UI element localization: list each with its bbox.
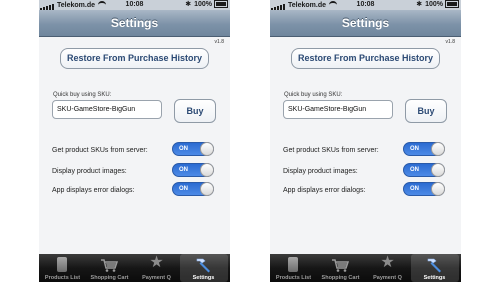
tab-label: Settings [192, 275, 215, 281]
phone-icon [288, 257, 298, 272]
buy-button[interactable]: Buy [405, 99, 447, 123]
tab-shopping-cart[interactable]: Shopping Cart [86, 254, 133, 282]
product-images-toggle[interactable]: ON [172, 163, 214, 177]
setting-label-product-images: Display product images: [283, 168, 358, 175]
toggle-knob [431, 142, 445, 156]
error-dialogs-toggle[interactable]: ON [403, 182, 445, 196]
product-images-toggle[interactable]: ON [403, 163, 445, 177]
phone-screen-right: Telekom.de 10:08 ✱ 100% Settings v1.8 Res… [270, 0, 461, 282]
version-label: v1.8 [214, 39, 224, 45]
toggle-state: ON [410, 186, 419, 192]
status-right: ✱ 100% [416, 0, 459, 10]
tab-payment-queue[interactable]: ★ Payment Q [364, 254, 411, 282]
toggle-knob [200, 163, 214, 177]
toggle-knob [431, 182, 445, 196]
phone-icon [57, 257, 67, 272]
star-icon: ★ [149, 254, 164, 271]
tab-label: Products List [44, 275, 81, 281]
hammer-icon [427, 258, 441, 273]
bluetooth-icon: ✱ [416, 1, 423, 8]
setting-label-error-dialogs: App displays error dialogs: [283, 187, 366, 194]
setting-label-product-images: Display product images: [52, 168, 127, 175]
battery-percent: 100% [425, 1, 443, 8]
tab-label: Payment Q [142, 275, 171, 281]
server-skus-toggle[interactable]: ON [172, 142, 214, 156]
tab-label: Shopping Cart [90, 275, 129, 281]
status-bar: Telekom.de 10:08 ✱ 100% [270, 0, 461, 10]
quick-buy-label: Quick buy using SKU: [284, 92, 343, 98]
tab-label: Payment Q [373, 275, 402, 281]
tab-products-list[interactable]: Products List [270, 254, 317, 282]
version-label: v1.8 [445, 39, 455, 45]
setting-label-server-skus: Get product SKUs from server: [52, 147, 148, 154]
hammer-icon [196, 258, 210, 273]
tab-settings[interactable]: Settings [180, 254, 228, 282]
toggle-knob [431, 163, 445, 177]
sku-input[interactable] [283, 100, 393, 119]
restore-purchases-button[interactable]: Restore From Purchase History [291, 48, 440, 69]
cart-icon [332, 259, 349, 272]
tab-label: Settings [423, 275, 446, 281]
setting-label-server-skus: Get product SKUs from server: [283, 147, 379, 154]
error-dialogs-toggle[interactable]: ON [172, 182, 214, 196]
toggle-state: ON [179, 186, 188, 192]
tab-bar: Products List Shopping Cart ★ Payment Q [39, 254, 230, 282]
star-icon: ★ [380, 254, 395, 271]
navigation-bar: Settings [39, 10, 230, 37]
bluetooth-icon: ✱ [185, 1, 192, 8]
tab-label: Products List [275, 275, 312, 281]
buy-button[interactable]: Buy [174, 99, 216, 123]
page-title: Settings [341, 16, 390, 30]
cart-icon [101, 259, 118, 272]
toggle-state: ON [179, 146, 188, 152]
tab-label: Shopping Cart [321, 275, 360, 281]
phone-screen-left: Telekom.de 10:08 ✱ 100% Settings v1.8 Res… [39, 0, 230, 282]
toggle-state: ON [179, 167, 188, 173]
tab-bar: Products List Shopping Cart ★ Payment Q [270, 254, 461, 282]
status-bar: Telekom.de 10:08 ✱ 100% [39, 0, 230, 10]
toggle-knob [200, 142, 214, 156]
toggle-state: ON [410, 146, 419, 152]
sku-input[interactable] [52, 100, 162, 119]
tab-settings[interactable]: Settings [411, 254, 459, 282]
toggle-knob [200, 182, 214, 196]
quick-buy-label: Quick buy using SKU: [53, 92, 112, 98]
tab-payment-queue[interactable]: ★ Payment Q [133, 254, 180, 282]
toggle-state: ON [410, 167, 419, 173]
battery-percent: 100% [194, 1, 212, 8]
status-right: ✱ 100% [185, 0, 228, 10]
setting-label-error-dialogs: App displays error dialogs: [52, 187, 135, 194]
tab-shopping-cart[interactable]: Shopping Cart [317, 254, 364, 282]
battery-icon [214, 0, 228, 9]
tab-products-list[interactable]: Products List [39, 254, 86, 282]
page-title: Settings [110, 16, 159, 30]
restore-purchases-button[interactable]: Restore From Purchase History [60, 48, 209, 69]
navigation-bar: Settings [270, 10, 461, 37]
battery-icon [445, 0, 459, 9]
server-skus-toggle[interactable]: ON [403, 142, 445, 156]
